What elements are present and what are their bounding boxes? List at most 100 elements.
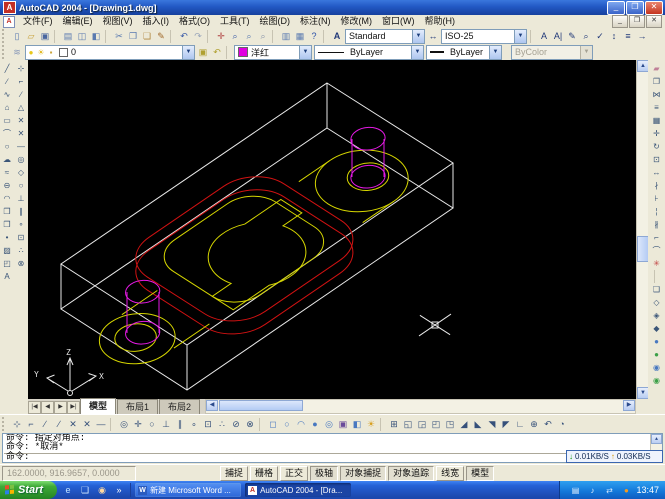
menu-modify[interactable]: 修改(M) xyxy=(336,15,378,28)
menu-dimension[interactable]: 标注(N) xyxy=(295,15,336,28)
scale-text-icon[interactable]: ↕ xyxy=(607,29,621,43)
snap-intersection-icon[interactable]: ✕ xyxy=(66,417,80,432)
top-view-icon[interactable]: ◱ xyxy=(401,417,415,432)
command-prompt[interactable]: 命令: xyxy=(4,452,650,462)
gouraud-shaded-edges-icon[interactable]: ◉ xyxy=(650,374,663,387)
otrack-toggle[interactable]: 对象追踪 xyxy=(388,466,434,481)
snap-quadrant-icon[interactable]: ✛ xyxy=(131,417,145,432)
ime-indicator-icon[interactable]: ▤ xyxy=(568,483,582,497)
os-quadrant-icon[interactable]: ◇ xyxy=(15,166,28,179)
mtext-icon[interactable]: A xyxy=(1,270,14,283)
scale-icon[interactable]: ⊡ xyxy=(650,153,663,166)
point-icon[interactable]: • xyxy=(1,231,14,244)
snap-none-icon[interactable]: ⊘ xyxy=(229,417,243,432)
gouraud-shaded-icon[interactable]: ● xyxy=(650,348,663,361)
ucs-previous-icon[interactable]: ↶ xyxy=(541,417,555,432)
snap-node-icon[interactable]: ∘ xyxy=(187,417,201,432)
horizontal-scrollbar[interactable]: ◀ ▶ xyxy=(205,399,636,414)
zoom-window-icon[interactable]: ⌕ xyxy=(242,29,256,43)
snap-from-icon[interactable]: ⌐ xyxy=(24,417,38,432)
os-parallel-icon[interactable]: ∥ xyxy=(15,205,28,218)
chevron-down-icon[interactable]: ▼ xyxy=(182,46,194,59)
text-style-combo[interactable]: Standard ▼ xyxy=(345,29,425,44)
convert-distance-icon[interactable]: → xyxy=(635,29,649,43)
find-replace-icon[interactable]: ⌕ xyxy=(579,29,593,43)
os-snap-from-icon[interactable]: ⌐ xyxy=(15,75,28,88)
multiline-text-icon[interactable]: A xyxy=(537,29,551,43)
os-midpoint-icon[interactable]: △ xyxy=(15,101,28,114)
erase-icon[interactable]: ▰ xyxy=(650,62,663,75)
ellipse-icon[interactable]: ⊖ xyxy=(1,179,14,192)
chevron-down-icon[interactable]: ▼ xyxy=(489,46,501,59)
os-nearest-icon[interactable]: ∴ xyxy=(15,244,28,257)
zoom-previous-icon[interactable]: ⌕ xyxy=(256,29,270,43)
se-isometric-icon[interactable]: ◢ xyxy=(457,417,471,432)
snap-perpendicular-icon[interactable]: ⊥ xyxy=(159,417,173,432)
hatch-icon[interactable]: ▨ xyxy=(1,244,14,257)
polygon-icon[interactable]: ⌂ xyxy=(1,101,14,114)
polar-toggle[interactable]: 极轴 xyxy=(310,466,338,481)
lineweight-toggle[interactable]: 线宽 xyxy=(436,466,464,481)
copy-object-icon[interactable]: ❐ xyxy=(650,75,663,88)
layer-lock-icon[interactable]: ▪ xyxy=(46,48,56,57)
restore-button[interactable]: ❐ xyxy=(626,1,644,15)
lights-icon[interactable]: ☀ xyxy=(364,417,378,432)
explode-icon[interactable]: ✳ xyxy=(650,257,663,270)
properties-palette-icon[interactable]: ▥ xyxy=(279,29,293,43)
os-tangent-icon[interactable]: ○ xyxy=(15,179,28,192)
break-at-point-icon[interactable]: ¦ xyxy=(650,205,663,218)
osnap-toggle[interactable]: 对象捕捉 xyxy=(340,466,386,481)
dim-style-icon[interactable]: ↔ xyxy=(426,29,440,43)
media-player-icon[interactable]: ◉ xyxy=(95,483,109,497)
layer-properties-manager-icon[interactable]: ≋ xyxy=(10,45,24,59)
os-settings-icon[interactable]: ⊗ xyxy=(15,257,28,270)
redo-icon[interactable]: ↷ xyxy=(191,29,205,43)
save-icon[interactable]: ▣ xyxy=(38,29,52,43)
chevron-down-icon[interactable]: ▼ xyxy=(299,46,311,59)
solid-sphere-icon[interactable]: ○ xyxy=(280,417,294,432)
solid-dome-icon[interactable]: ◠ xyxy=(294,417,308,432)
model-paper-toggle[interactable]: 模型 xyxy=(466,466,494,481)
hidden-shade-icon[interactable]: ◆ xyxy=(650,322,663,335)
cut-icon[interactable]: ✂ xyxy=(112,29,126,43)
solid-torus-icon[interactable]: ◎ xyxy=(322,417,336,432)
spline-icon[interactable]: ≈ xyxy=(1,166,14,179)
menu-file[interactable]: 文件(F) xyxy=(18,15,58,28)
snap-center-icon[interactable]: ◎ xyxy=(117,417,131,432)
circle-icon[interactable]: ○ xyxy=(1,140,14,153)
os-apparent-intersection-icon[interactable]: ✕ xyxy=(15,127,28,140)
designcenter-icon[interactable]: ▦ xyxy=(293,29,307,43)
ortho-toggle[interactable]: 正交 xyxy=(280,466,308,481)
mirror-icon[interactable]: ⋈ xyxy=(650,88,663,101)
tab-model[interactable]: 模型 xyxy=(80,398,116,414)
menu-tools[interactable]: 工具(T) xyxy=(215,15,255,28)
tab-layout1[interactable]: 布局1 xyxy=(117,399,158,414)
layer-freeze-icon[interactable]: ☀ xyxy=(36,48,46,57)
tab-nav-prev[interactable]: ◀ xyxy=(41,401,54,414)
start-button[interactable]: Start xyxy=(0,481,57,499)
copy-clip-icon[interactable]: ❐ xyxy=(126,29,140,43)
region-icon[interactable]: ◰ xyxy=(1,257,14,270)
os-perpendicular-icon[interactable]: ⊥ xyxy=(15,192,28,205)
layer-on-icon[interactable]: ● xyxy=(26,48,36,57)
chevron-down-icon[interactable]: ▼ xyxy=(412,30,424,43)
osnap-settings-icon[interactable]: ⊗ xyxy=(243,417,257,432)
layer-color-swatch[interactable] xyxy=(59,48,68,57)
horizontal-scroll-thumb[interactable] xyxy=(219,400,303,411)
undo-icon[interactable]: ↶ xyxy=(177,29,191,43)
menu-edit[interactable]: 编辑(E) xyxy=(58,15,98,28)
child-minimize-button[interactable]: _ xyxy=(612,15,628,28)
justify-text-icon[interactable]: ≡ xyxy=(621,29,635,43)
os-endpoint-icon[interactable]: ∕ xyxy=(15,88,28,101)
new-file-icon[interactable]: ▯ xyxy=(10,29,24,43)
lineweight-control-combo[interactable]: ByLayer ▼ xyxy=(426,45,502,60)
make-block-icon[interactable]: ❒ xyxy=(1,218,14,231)
bottom-view-icon[interactable]: ◲ xyxy=(415,417,429,432)
task-word[interactable]: W 新建 Microsoft Word ... xyxy=(135,483,241,497)
make-object-layer-current-icon[interactable]: ▣ xyxy=(196,45,210,59)
trim-icon[interactable]: ∤ xyxy=(650,179,663,192)
drawing-viewport[interactable]: Z X Y xyxy=(28,60,636,399)
os-intersection-icon[interactable]: ✕ xyxy=(15,114,28,127)
ucs-icon[interactable]: ∟ xyxy=(513,417,527,432)
sw-isometric-icon[interactable]: ◣ xyxy=(471,417,485,432)
